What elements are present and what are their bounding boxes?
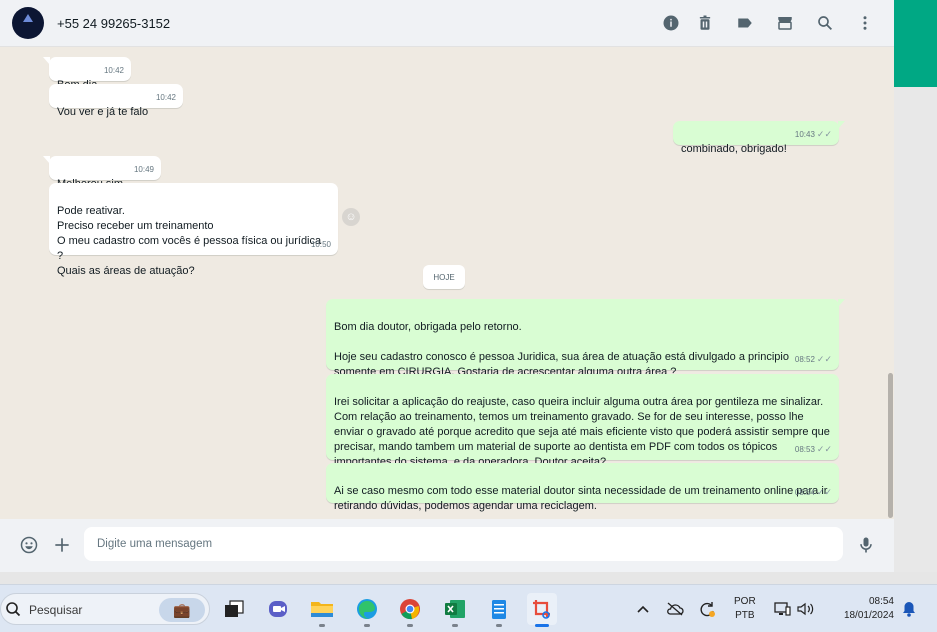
chat-window: +55 24 99265-3152 Bom dia 10:42 Vou ver … [0, 0, 894, 572]
emoji-react-icon[interactable]: ☺ [342, 208, 360, 226]
clock-date: 18/01/2024 [843, 610, 894, 621]
message-time: 08:54 [794, 488, 815, 497]
message-meta: 08:54 ✓✓ [795, 485, 832, 500]
task-view-icon[interactable] [219, 593, 249, 625]
notification-bell-icon[interactable] [899, 593, 919, 625]
message-text: Vou ver e já te falo [57, 106, 149, 118]
double-check-icon: ✓✓ [816, 129, 832, 139]
store-icon[interactable] [774, 12, 796, 34]
running-indicator [319, 624, 325, 627]
chrome-icon[interactable] [395, 593, 425, 627]
briefcase-icon: 💼 [159, 598, 205, 622]
message-bubble[interactable]: Pode reativar. Preciso receber um treina… [49, 183, 338, 277]
message-list: Bom dia 10:42 Vou ver e já te falo 10:42… [0, 47, 894, 519]
message-time: 10:50 [310, 240, 331, 249]
system-clock[interactable]: 08:54 18/01/2024 [824, 595, 894, 623]
message-bubble[interactable]: Vou ver e já te falo 10:42 [49, 84, 183, 118]
message-bubble[interactable]: Ai se caso mesmo com todo esse material … [326, 463, 839, 512]
active-indicator [535, 624, 549, 627]
message-text: combinado, obrigado! [681, 143, 787, 155]
message-composer [0, 519, 894, 572]
message-time: 10:49 [133, 165, 154, 174]
double-check-icon: ✓✓ [816, 487, 832, 497]
message-bubble[interactable]: Irei solicitar a aplicação do reajuste, … [326, 374, 839, 468]
message-time: 08:53 [794, 445, 815, 454]
message-time: 08:52 [794, 355, 815, 364]
chevron-up-icon[interactable] [635, 593, 651, 625]
running-indicator [496, 624, 502, 627]
double-check-icon: ✓✓ [816, 354, 832, 364]
menu-icon[interactable] [854, 12, 876, 34]
message-time: 10:42 [155, 93, 176, 102]
running-indicator [407, 624, 413, 627]
message-text: Bom dia doutor, obrigada pelo retorno. H… [334, 321, 789, 378]
message-time: 10:42 [103, 66, 124, 75]
file-explorer-icon[interactable] [307, 593, 337, 627]
chat-scrollbar[interactable] [888, 373, 893, 518]
notepad-icon[interactable] [484, 593, 514, 627]
running-indicator [364, 624, 370, 627]
sync-icon[interactable] [697, 593, 717, 625]
keyboard-language[interactable]: POR PTB [734, 595, 756, 623]
cloud-offline-icon[interactable] [665, 593, 685, 625]
search-label: Pesquisar [29, 603, 83, 617]
microphone-icon[interactable] [855, 534, 877, 556]
message-meta: 10:43 ✓✓ [795, 127, 832, 142]
message-text: Ai se caso mesmo com todo esse material … [334, 485, 828, 512]
excel-icon[interactable] [440, 593, 470, 627]
edge-icon[interactable] [352, 593, 382, 627]
info-icon[interactable] [660, 12, 682, 34]
background-panel [894, 87, 937, 572]
taskbar-search[interactable]: Pesquisar 💼 [0, 593, 210, 625]
attach-plus-icon[interactable] [51, 534, 73, 556]
message-bubble[interactable]: Bom dia doutor, obrigada pelo retorno. H… [326, 299, 845, 378]
search-icon[interactable] [814, 12, 836, 34]
taskbar: Pesquisar 💼 POR PTB 08:54 18/01/2024 [0, 584, 937, 632]
message-meta: 08:52 ✓✓ [795, 352, 832, 367]
message-bubble[interactable]: Melhorou sim. 10:49 [43, 156, 161, 190]
contact-name[interactable]: +55 24 99265-3152 [57, 16, 170, 31]
double-check-icon: ✓✓ [816, 444, 832, 454]
snipping-tool-icon[interactable] [527, 593, 557, 627]
day-divider: HOJE [423, 265, 465, 289]
chat-header: +55 24 99265-3152 [0, 0, 894, 47]
label-icon[interactable] [734, 12, 756, 34]
volume-icon[interactable] [796, 593, 816, 625]
message-time: 10:43 [794, 130, 815, 139]
search-icon [6, 602, 21, 617]
language-code: POR [734, 596, 756, 607]
teams-icon[interactable] [263, 593, 293, 625]
window-gap [0, 572, 937, 584]
message-input[interactable] [84, 527, 843, 561]
background-accent-strip [894, 0, 937, 87]
network-icon[interactable] [772, 593, 792, 625]
trash-icon[interactable] [694, 12, 716, 34]
emoji-icon[interactable] [18, 534, 40, 556]
message-bubble[interactable]: Bom dia 10:42 [43, 57, 131, 91]
message-meta: 08:53 ✓✓ [795, 442, 832, 457]
message-text: Pode reativar. Preciso receber um treina… [57, 205, 322, 277]
message-bubble[interactable]: combinado, obrigado! 10:43 ✓✓ [673, 121, 845, 155]
message-text: Irei solicitar a aplicação do reajuste, … [334, 396, 830, 468]
contact-avatar[interactable] [12, 7, 44, 39]
running-indicator [452, 624, 458, 627]
clock-time: 08:54 [868, 596, 894, 607]
keyboard-layout: PTB [735, 610, 755, 621]
